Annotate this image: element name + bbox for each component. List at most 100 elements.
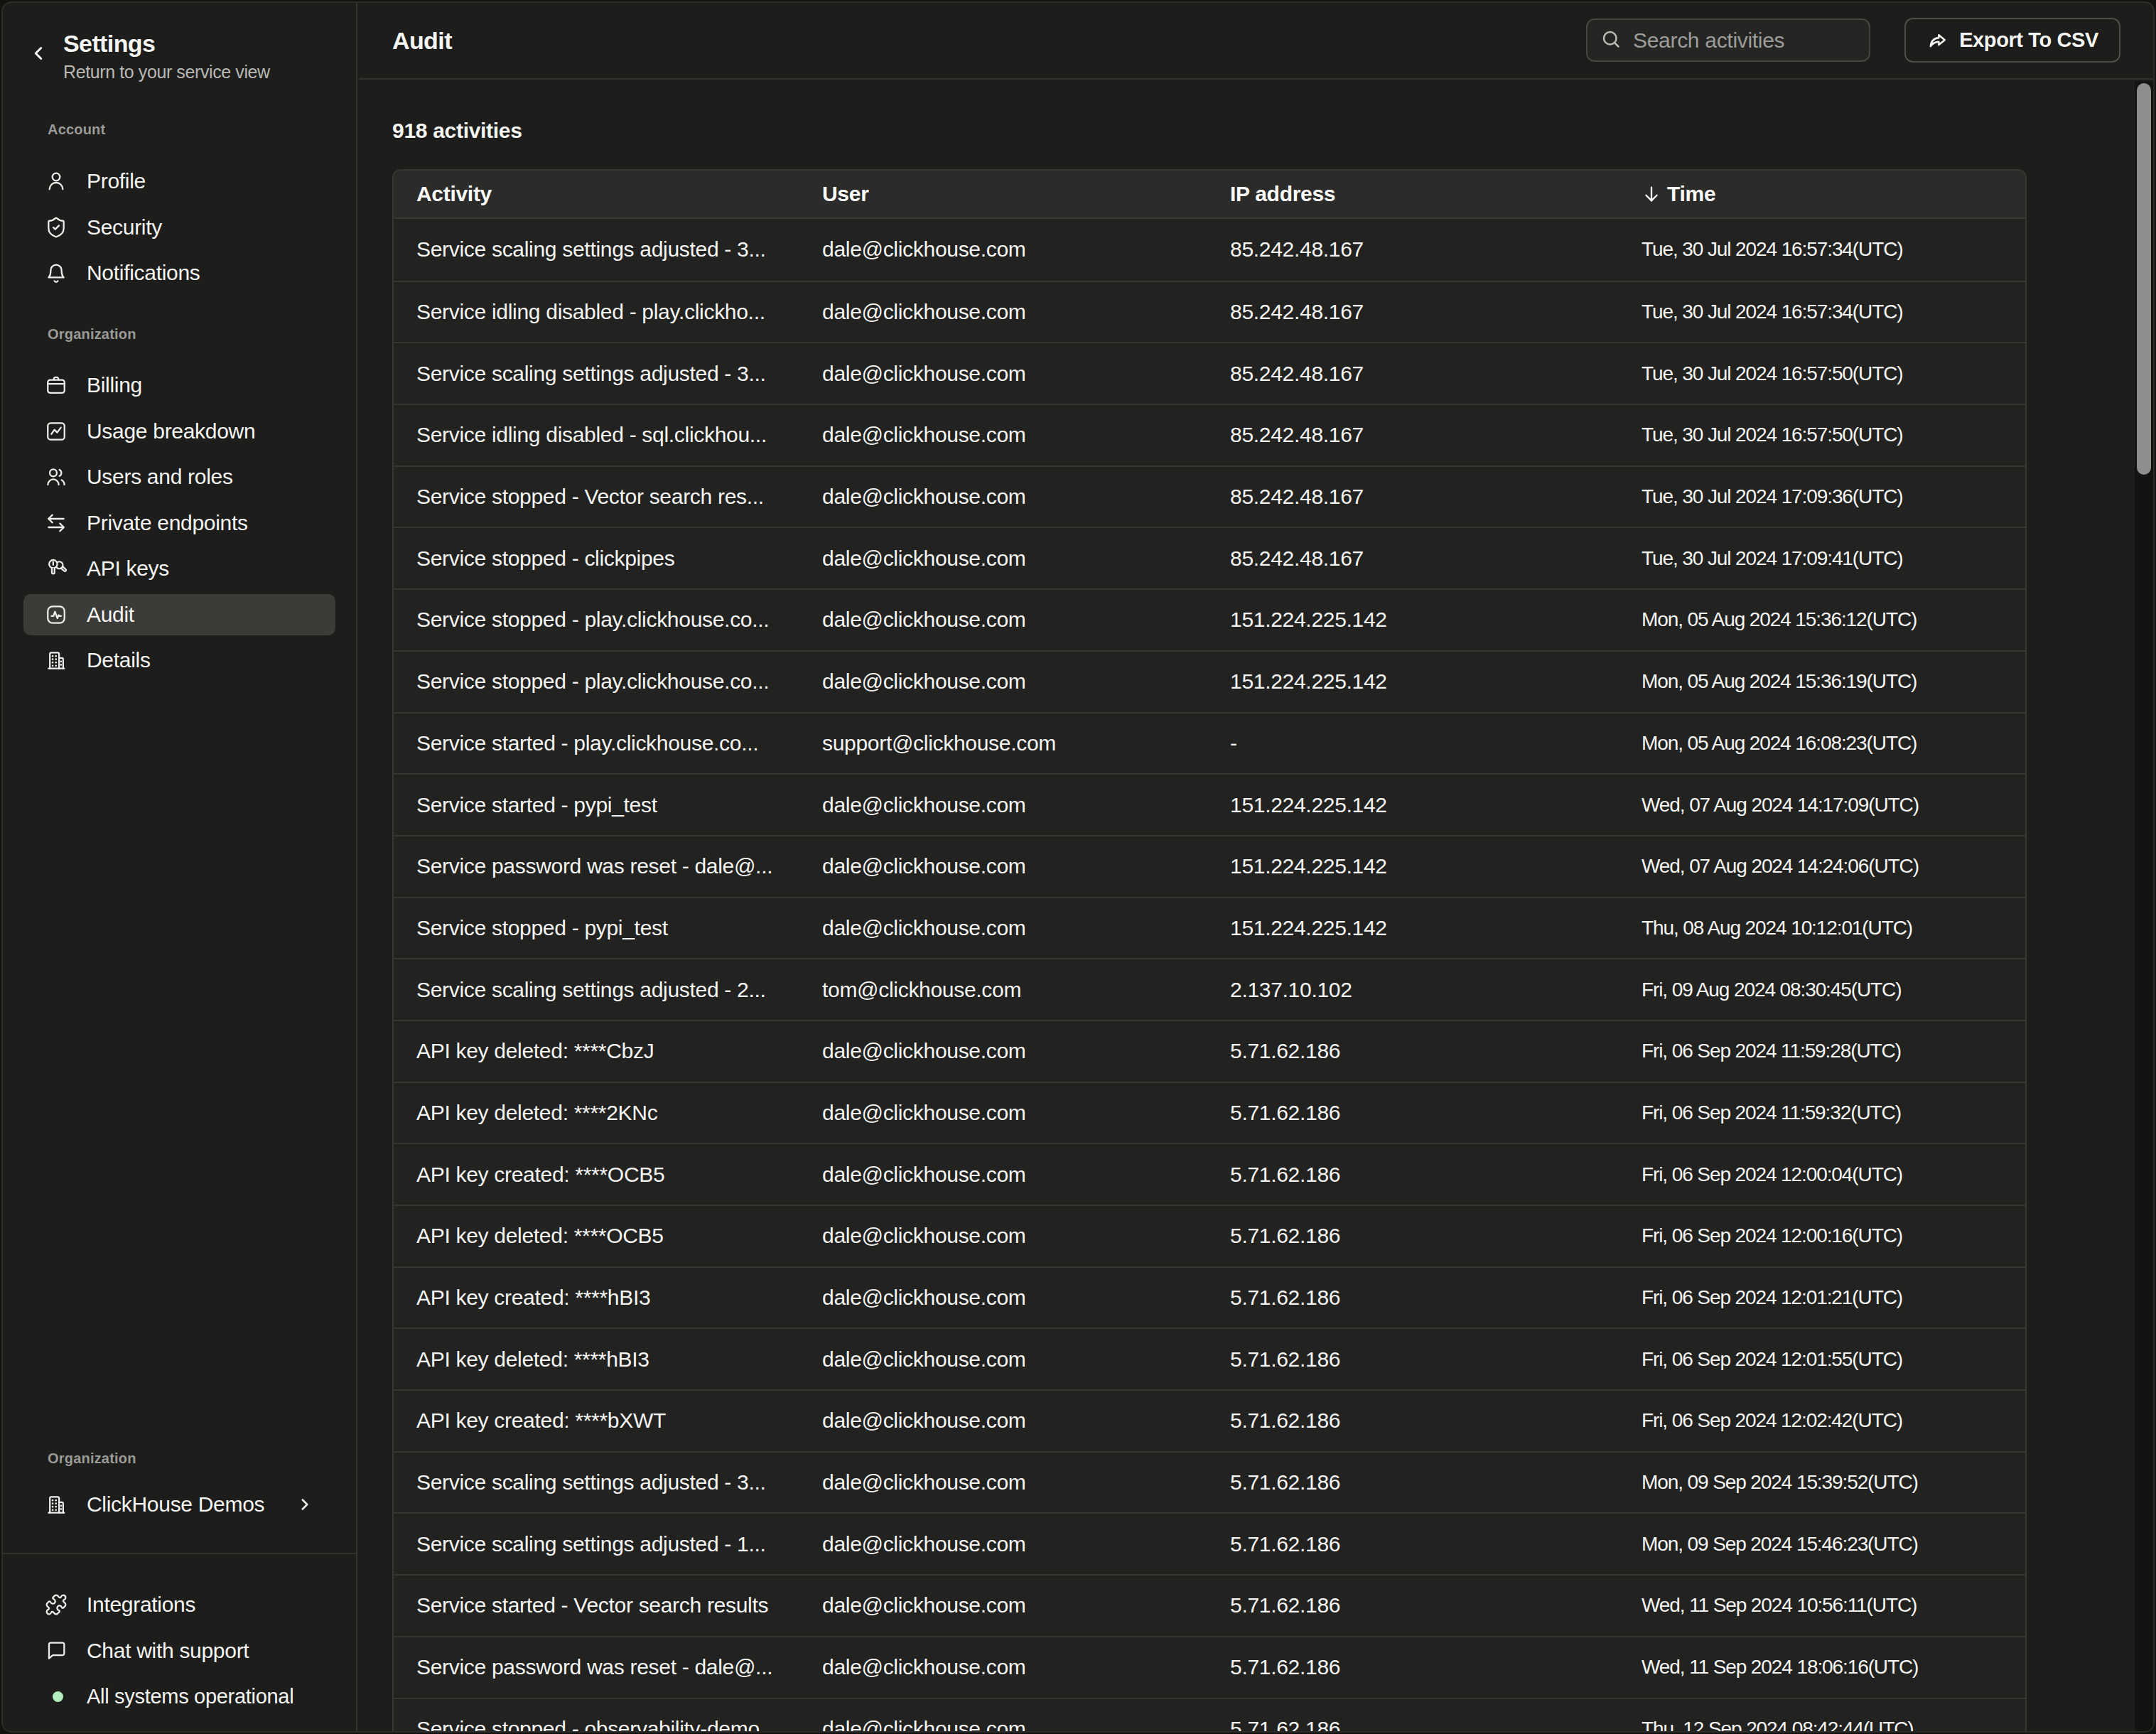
table-row[interactable]: Service started - Vector search results …: [394, 1574, 2025, 1636]
status-indicator[interactable]: All systems operational: [23, 1676, 335, 1717]
cell-ip: 5.71.62.186: [1207, 1286, 1619, 1310]
table-row[interactable]: Service idling disabled - play.clickho..…: [394, 281, 2025, 343]
sidebar-item-security[interactable]: Security: [23, 207, 335, 248]
sidebar-item-details[interactable]: Details: [23, 640, 335, 681]
cell-ip: 85.242.48.167: [1207, 362, 1619, 386]
scrollbar-track[interactable]: [2135, 81, 2153, 1731]
cell-time: Thu, 12 Sep 2024 08:42:44(UTC): [1619, 1718, 2022, 1733]
table-row[interactable]: Service started - pypi_test dale@clickho…: [394, 773, 2025, 835]
sidebar-item-integrations[interactable]: Integrations: [23, 1584, 335, 1625]
table-row[interactable]: API key deleted: ****OCB5 dale@clickhous…: [394, 1205, 2025, 1266]
main-header: Audit Export To CSV: [359, 3, 2153, 80]
table-row[interactable]: API key deleted: ****2KNc dale@clickhous…: [394, 1082, 2025, 1143]
table-row[interactable]: Service password was reset - dale@... da…: [394, 1636, 2025, 1698]
sidebar-item-profile[interactable]: Profile: [23, 161, 335, 202]
cell-activity: API key deleted: ****CbzJ: [394, 1039, 799, 1063]
sidebar-item-usage-breakdown[interactable]: Usage breakdown: [23, 411, 335, 452]
cell-ip: -: [1207, 731, 1619, 755]
cell-activity: Service stopped - observability-demo: [394, 1717, 799, 1733]
cell-time: Fri, 06 Sep 2024 12:02:42(UTC): [1619, 1409, 2022, 1432]
table-row[interactable]: Service scaling settings adjusted - 3...…: [394, 219, 2025, 281]
table-row[interactable]: API key created: ****hBI3 dale@clickhous…: [394, 1266, 2025, 1328]
search-input[interactable]: [1633, 28, 1862, 53]
export-icon: [1926, 29, 1959, 52]
cell-user: dale@clickhouse.com: [799, 546, 1207, 571]
cell-activity: Service stopped - Vector search res...: [394, 485, 799, 509]
column-header-activity[interactable]: Activity: [394, 182, 799, 206]
cell-user: support@clickhouse.com: [799, 731, 1207, 755]
cell-ip: 5.71.62.186: [1207, 1470, 1619, 1495]
activity-square-icon: [45, 603, 68, 626]
cell-user: dale@clickhouse.com: [799, 916, 1207, 940]
table-row[interactable]: API key created: ****OCB5 dale@clickhous…: [394, 1143, 2025, 1205]
table-row[interactable]: Service password was reset - dale@... da…: [394, 835, 2025, 897]
cell-time: Wed, 11 Sep 2024 18:06:16(UTC): [1619, 1656, 2022, 1679]
cell-time: Wed, 07 Aug 2024 14:17:09(UTC): [1619, 794, 2022, 817]
cell-activity: API key created: ****OCB5: [394, 1163, 799, 1187]
cell-user: tom@clickhouse.com: [799, 978, 1207, 1002]
scrollbar-thumb[interactable]: [2137, 83, 2151, 475]
table-row[interactable]: Service scaling settings adjusted - 1...…: [394, 1512, 2025, 1574]
cell-time: Tue, 30 Jul 2024 16:57:50(UTC): [1619, 362, 2022, 385]
cell-activity: Service scaling settings adjusted - 3...: [394, 1470, 799, 1495]
cell-ip: 5.71.62.186: [1207, 1224, 1619, 1248]
cell-ip: 5.71.62.186: [1207, 1101, 1619, 1125]
org-switcher-label: ClickHouse Demos: [87, 1492, 264, 1517]
cell-user: dale@clickhouse.com: [799, 1101, 1207, 1125]
cell-user: dale@clickhouse.com: [799, 793, 1207, 817]
sidebar-item-billing[interactable]: Billing: [23, 365, 335, 406]
table-row[interactable]: Service scaling settings adjusted - 3...…: [394, 1451, 2025, 1513]
column-header-ip[interactable]: IP address: [1207, 182, 1619, 206]
cell-activity: Service stopped - play.clickhouse.co...: [394, 669, 799, 694]
export-csv-button[interactable]: Export To CSV: [1904, 18, 2120, 63]
sidebar-item-api-keys[interactable]: API keys: [23, 548, 335, 589]
table-row[interactable]: API key deleted: ****hBI3 dale@clickhous…: [394, 1328, 2025, 1389]
table-row[interactable]: Service stopped - observability-demo dal…: [394, 1698, 2025, 1733]
table-row[interactable]: Service stopped - Vector search res... d…: [394, 465, 2025, 527]
sidebar-item-chat-with-support[interactable]: Chat with support: [23, 1630, 335, 1671]
audit-table: Activity User IP address Time Service sc…: [392, 169, 2027, 1733]
sidebar-item-notifications[interactable]: Notifications: [23, 252, 335, 294]
sidebar-footer: Integrations Chat with support All syste…: [23, 1584, 335, 1717]
sidebar-header: Settings Return to your service view: [63, 28, 270, 82]
cell-ip: 151.224.225.142: [1207, 669, 1619, 694]
cell-user: dale@clickhouse.com: [799, 1347, 1207, 1372]
back-button[interactable]: [26, 41, 51, 67]
cell-ip: 5.71.62.186: [1207, 1347, 1619, 1372]
table-row[interactable]: Service stopped - play.clickhouse.co... …: [394, 588, 2025, 650]
column-header-user[interactable]: User: [799, 182, 1207, 206]
cell-time: Tue, 30 Jul 2024 17:09:36(UTC): [1619, 485, 2022, 508]
column-header-time[interactable]: Time: [1619, 182, 2022, 206]
cell-ip: 151.224.225.142: [1207, 793, 1619, 817]
cell-user: dale@clickhouse.com: [799, 1163, 1207, 1187]
table-row[interactable]: Service scaling settings adjusted - 3...…: [394, 342, 2025, 404]
building-icon: [45, 649, 68, 672]
org-switcher[interactable]: ClickHouse Demos: [23, 1484, 335, 1525]
cell-user: dale@clickhouse.com: [799, 1039, 1207, 1063]
table-header: Activity User IP address Time: [394, 171, 2025, 219]
table-row[interactable]: API key created: ****bXWT dale@clickhous…: [394, 1389, 2025, 1451]
cell-activity: Service scaling settings adjusted - 1...: [394, 1532, 799, 1556]
cell-time: Fri, 06 Sep 2024 12:01:55(UTC): [1619, 1348, 2022, 1371]
sidebar-item-private-endpoints[interactable]: Private endpoints: [23, 502, 335, 544]
cell-time: Tue, 30 Jul 2024 16:57:34(UTC): [1619, 301, 2022, 323]
table-row[interactable]: Service stopped - play.clickhouse.co... …: [394, 650, 2025, 712]
app-frame: Settings Return to your service view Acc…: [1, 1, 2155, 1733]
puzzle-icon: [45, 1593, 68, 1616]
cell-user: dale@clickhouse.com: [799, 854, 1207, 878]
table-row[interactable]: API key deleted: ****CbzJ dale@clickhous…: [394, 1020, 2025, 1082]
cell-ip: 85.242.48.167: [1207, 300, 1619, 324]
cell-ip: 5.71.62.186: [1207, 1717, 1619, 1733]
table-row[interactable]: Service stopped - pypi_test dale@clickho…: [394, 897, 2025, 959]
table-row[interactable]: Service idling disabled - sql.clickhou..…: [394, 404, 2025, 465]
cell-ip: 151.224.225.142: [1207, 916, 1619, 940]
sidebar-item-audit[interactable]: Audit: [23, 594, 335, 635]
table-row[interactable]: Service stopped - clickpipes dale@clickh…: [394, 527, 2025, 588]
sidebar-item-users-and-roles[interactable]: Users and roles: [23, 456, 335, 497]
users-icon: [45, 465, 68, 488]
cell-time: Thu, 08 Aug 2024 10:12:01(UTC): [1619, 917, 2022, 939]
cell-time: Mon, 05 Aug 2024 15:36:19(UTC): [1619, 670, 2022, 693]
table-row[interactable]: Service scaling settings adjusted - 2...…: [394, 958, 2025, 1020]
table-row[interactable]: Service started - play.clickhouse.co... …: [394, 712, 2025, 774]
cell-ip: 5.71.62.186: [1207, 1655, 1619, 1679]
